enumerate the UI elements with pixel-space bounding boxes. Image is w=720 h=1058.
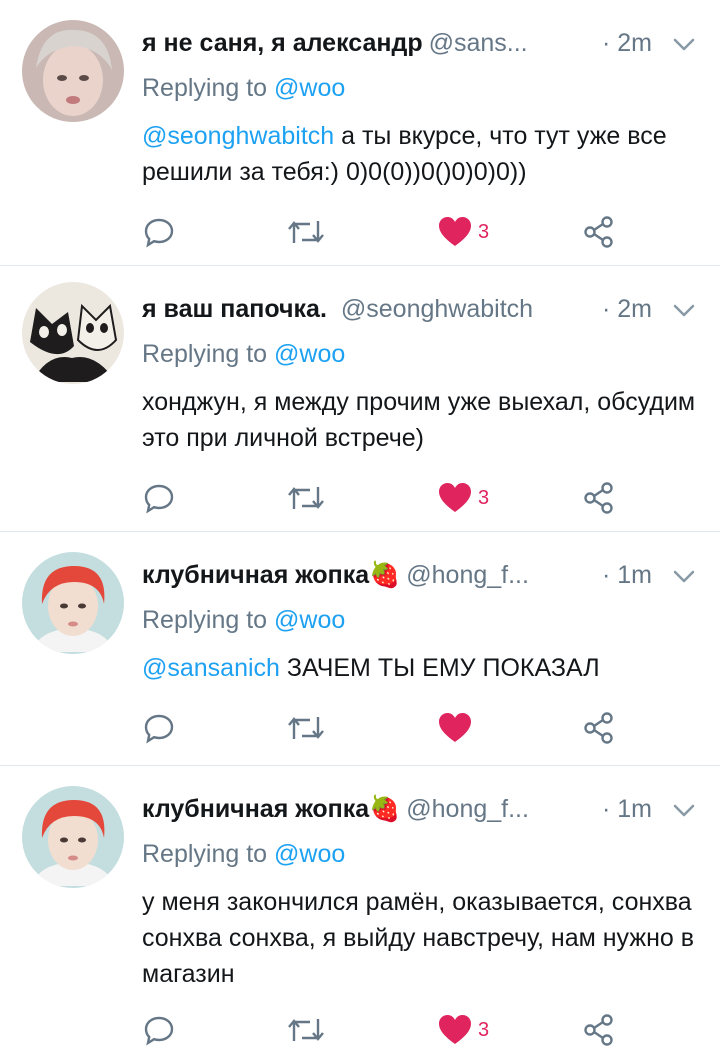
replying-to: Replying to @woo [142, 72, 700, 104]
reply-icon [144, 1016, 174, 1046]
replying-to: Replying to @woo [142, 604, 700, 636]
tweet[interactable]: я не саня, я александр @sans... · 2m Repl… [0, 0, 720, 266]
mention-link[interactable]: @sansanich [142, 654, 280, 682]
like-button[interactable]: 3 [438, 1010, 489, 1050]
chevron-down-icon[interactable] [670, 562, 698, 590]
share-icon [584, 1014, 613, 1046]
reply-button[interactable] [142, 478, 176, 518]
timestamp[interactable]: · 1m [602, 790, 652, 828]
timestamp[interactable]: · 2m [602, 24, 652, 62]
avatar[interactable] [22, 786, 124, 888]
replying-prefix: Replying to [142, 606, 275, 634]
share-icon [584, 482, 613, 514]
retweet-icon [288, 717, 324, 739]
reply-button[interactable] [142, 1010, 176, 1050]
share-button[interactable] [582, 1010, 616, 1050]
replying-prefix: Replying to [142, 340, 275, 368]
user-handle[interactable]: @seonghwabitch [341, 295, 533, 323]
tweet[interactable]: клубничная жопка🍓 @hong_f... · 1m Replyin… [0, 766, 720, 1058]
reply-icon [144, 714, 174, 744]
replying-to-link[interactable]: @woo [274, 840, 345, 868]
like-button[interactable] [438, 708, 478, 748]
like-count: 3 [478, 486, 490, 509]
reply-icon [144, 218, 174, 248]
display-name[interactable]: клубничная жопка🍓 [142, 795, 400, 823]
retweet-icon [288, 1019, 324, 1041]
tweet[interactable]: я ваш папочка. @seonghwabitch · 2m Replyi… [0, 266, 720, 532]
tweet-actions [142, 708, 622, 748]
heart-icon [439, 713, 471, 742]
retweet-button[interactable] [286, 478, 326, 518]
retweet-button[interactable] [286, 1010, 326, 1050]
replying-to-link[interactable]: @woo [274, 606, 345, 634]
avatar[interactable] [22, 552, 124, 654]
mention-link[interactable]: @seonghwabitch [142, 122, 334, 150]
replying-prefix: Replying to [142, 840, 275, 868]
avatar[interactable] [22, 282, 124, 384]
tweet-header: я не саня, я александр @sans... · 2m [142, 24, 700, 62]
heart-icon [439, 1015, 471, 1044]
reply-icon [144, 484, 174, 514]
tweet-body: ЗАЧЕМ ТЫ ЕМУ ПОКАЗАЛ [279, 654, 600, 682]
timestamp[interactable]: · 2m [602, 290, 652, 328]
tweet-text: @seonghwabitch а ты вкурсе, что тут уже … [142, 118, 700, 190]
tweet-header: клубничная жопка🍓 @hong_f... · 1m [142, 790, 700, 828]
replying-to: Replying to @woo [142, 838, 700, 870]
share-button[interactable] [582, 478, 616, 518]
tweet-actions: 3 [142, 212, 622, 252]
display-name[interactable]: я ваш папочка. [142, 295, 327, 323]
like-count: 3 [478, 220, 490, 243]
replying-to-link[interactable]: @woo [274, 340, 345, 368]
tweet-header: клубничная жопка🍓 @hong_f... · 1m [142, 556, 700, 594]
like-button[interactable]: 3 [438, 478, 489, 518]
heart-icon [439, 483, 471, 512]
replying-to: Replying to @woo [142, 338, 700, 370]
share-button[interactable] [582, 708, 616, 748]
timestamp[interactable]: · 1m [602, 556, 652, 594]
avatar[interactable] [22, 20, 124, 122]
display-name[interactable]: я не саня, я александр [142, 29, 423, 57]
like-button[interactable]: 3 [438, 212, 489, 252]
user-handle[interactable]: @sans... [429, 29, 528, 57]
tweet-header: я ваш папочка. @seonghwabitch · 2m [142, 290, 700, 328]
tweet-text: @sansanich ЗАЧЕМ ТЫ ЕМУ ПОКАЗАЛ [142, 650, 700, 686]
tweet[interactable]: клубничная жопка🍓 @hong_f... · 1m Replyin… [0, 532, 720, 766]
share-button[interactable] [582, 212, 616, 252]
tweet-text: хонджун, я между прочим уже выехал, обсу… [142, 384, 700, 456]
retweet-button[interactable] [286, 212, 326, 252]
user-handle[interactable]: @hong_f... [406, 561, 529, 589]
like-count: 3 [478, 1018, 490, 1041]
heart-icon [439, 217, 471, 246]
chevron-down-icon[interactable] [670, 796, 698, 824]
replying-to-link[interactable]: @woo [274, 74, 345, 102]
tweet-text: у меня закончился рамён, оказывается, со… [142, 884, 700, 992]
share-icon [584, 216, 613, 248]
display-name[interactable]: клубничная жопка🍓 [142, 561, 400, 589]
share-icon [584, 712, 613, 744]
retweet-icon [288, 221, 324, 243]
tweet-actions: 3 [142, 1010, 622, 1050]
chevron-down-icon[interactable] [670, 30, 698, 58]
tweet-body: хонджун, я между прочим уже выехал, обсу… [142, 388, 703, 452]
reply-button[interactable] [142, 708, 176, 748]
chevron-down-icon[interactable] [670, 296, 698, 324]
tweet-body: у меня закончился рамён, оказывается, со… [142, 888, 701, 988]
retweet-icon [288, 487, 324, 509]
user-handle[interactable]: @hong_f... [406, 795, 529, 823]
reply-button[interactable] [142, 212, 176, 252]
replying-prefix: Replying to [142, 74, 275, 102]
retweet-button[interactable] [286, 708, 326, 748]
tweet-actions: 3 [142, 478, 622, 518]
